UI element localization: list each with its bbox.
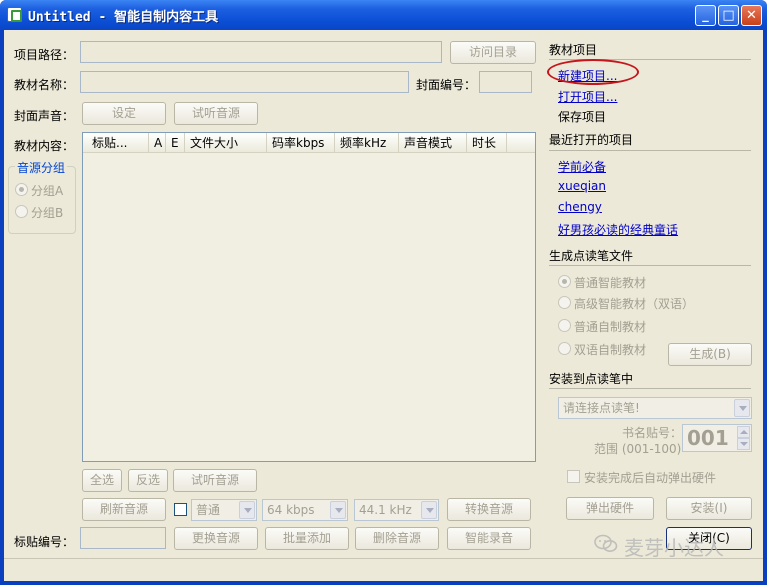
gen-option-radio[interactable] <box>558 319 571 332</box>
convert-sound-button[interactable]: 转换音源 <box>447 498 531 521</box>
wechat-icon <box>594 534 618 552</box>
bitrate-select[interactable]: 64 kbps <box>262 499 348 521</box>
minimize-button[interactable]: _ <box>695 5 716 26</box>
chevron-down-icon <box>734 399 750 417</box>
stepper-buttons <box>737 426 750 450</box>
highlight-circle <box>547 59 639 85</box>
smart-record-button[interactable]: 智能录音 <box>447 527 531 550</box>
save-project-item[interactable]: 保存项目 <box>558 108 606 125</box>
mode-checkbox[interactable] <box>174 503 187 516</box>
chevron-down-icon <box>330 501 346 519</box>
maximize-button[interactable]: □ <box>718 5 739 26</box>
group-b-radio[interactable] <box>15 205 28 218</box>
cover-number-field[interactable] <box>479 71 532 93</box>
eject-hardware-button[interactable]: 弹出硬件 <box>566 497 654 520</box>
list-header: 标贴... A E 文件大小 码率kbps 频率kHz 声音模式 时长 <box>83 133 535 153</box>
auto-eject-label: 安装完成后自动弹出硬件 <box>584 471 717 485</box>
batch-add-button[interactable]: 批量添加 <box>265 527 349 550</box>
sticker-number-label: 标贴编号： <box>14 535 75 549</box>
col-duration[interactable]: 时长 <box>467 133 507 153</box>
generate-section-title: 生成点读笔文件 <box>549 249 634 263</box>
col-frequency[interactable]: 频率kHz <box>335 133 399 153</box>
app-icon <box>7 7 22 22</box>
close-window-button[interactable]: ✕ <box>741 5 762 26</box>
title-bar[interactable]: Untitled - 智能自制内容工具 _ □ ✕ <box>0 0 767 30</box>
sound-group-box: 音源分组 分组A 分组B <box>8 159 76 234</box>
gen-option-label: 高级智能教材（双语） <box>574 297 695 311</box>
delete-sound-button[interactable]: 删除音源 <box>355 527 439 550</box>
window-title: Untitled - 智能自制内容工具 <box>28 10 219 25</box>
gen-option-label: 双语自制教材 <box>574 343 647 357</box>
preview-sound-button[interactable]: 试听音源 <box>173 469 257 492</box>
bitrate-value: 64 kbps <box>267 503 315 517</box>
gen-option-radio[interactable] <box>558 275 571 288</box>
watermark-text: 麦芽小达人 <box>624 536 724 560</box>
content-list[interactable]: 标贴... A E 文件大小 码率kbps 频率kHz 声音模式 时长 <box>82 132 536 462</box>
pen-select[interactable]: 请连接点读笔! <box>558 397 752 419</box>
sound-group-title: 音源分组 <box>15 159 68 176</box>
mode-value: 普通 <box>196 503 221 517</box>
project-section-title: 教材项目 <box>549 43 598 57</box>
chevron-down-icon[interactable] <box>737 438 750 450</box>
group-a-radio[interactable] <box>15 183 28 196</box>
install-button[interactable]: 安装(I) <box>666 497 752 520</box>
divider <box>549 265 751 266</box>
col-sound-mode[interactable]: 声音模式 <box>399 133 467 153</box>
frequency-value: 44.1 kHz <box>359 503 412 517</box>
invert-selection-button[interactable]: 反选 <box>128 469 168 492</box>
divider <box>549 388 751 389</box>
chevron-up-icon[interactable] <box>737 426 750 438</box>
chevron-down-icon <box>421 501 437 519</box>
book-number-value: 001 <box>687 426 729 450</box>
project-path-label: 项目路径： <box>14 48 75 62</box>
recent-project-link[interactable]: xueqian <box>558 179 606 193</box>
frequency-select[interactable]: 44.1 kHz <box>354 499 439 521</box>
browse-directory-button[interactable]: 访问目录 <box>450 41 536 64</box>
status-bar <box>4 558 763 581</box>
gen-option-label: 普通智能教材 <box>574 276 647 290</box>
col-a[interactable]: A <box>149 133 166 153</box>
content-label: 教材内容： <box>14 139 75 153</box>
open-project-link[interactable]: 打开项目... <box>558 88 617 105</box>
material-name-label: 教材名称： <box>14 78 75 92</box>
generate-button[interactable]: 生成(B) <box>668 343 752 366</box>
set-button[interactable]: 设定 <box>82 102 166 125</box>
group-a-label: 分组A <box>31 184 64 198</box>
pen-placeholder: 请连接点读笔! <box>563 401 640 415</box>
col-bitrate[interactable]: 码率kbps <box>267 133 335 153</box>
range-label: 范围 (001-100) <box>594 442 682 456</box>
gen-option-radio[interactable] <box>558 296 571 309</box>
gen-option-label: 普通自制教材 <box>574 320 647 334</box>
col-e[interactable]: E <box>166 133 185 153</box>
mode-select[interactable]: 普通 <box>191 499 257 521</box>
app-window: Untitled - 智能自制内容工具 _ □ ✕ 项目路径： 访问目录 教材名… <box>0 0 767 585</box>
book-number-stepper[interactable]: 001 <box>682 424 752 452</box>
group-b-label: 分组B <box>31 206 64 220</box>
replace-sound-button[interactable]: 更换音源 <box>174 527 258 550</box>
cover-sound-label: 封面声音： <box>14 109 75 123</box>
recent-project-link[interactable]: 好男孩必读的经典童话 <box>558 221 678 238</box>
project-path-field[interactable] <box>80 41 442 63</box>
select-all-button[interactable]: 全选 <box>82 469 122 492</box>
col-file-size[interactable]: 文件大小 <box>185 133 267 153</box>
gen-option-radio[interactable] <box>558 342 571 355</box>
auto-eject-checkbox[interactable] <box>567 470 580 483</box>
cover-number-label: 封面编号： <box>416 78 477 92</box>
col-sticker[interactable]: 标贴... <box>87 133 149 153</box>
client-area: 项目路径： 访问目录 教材名称： 封面编号： 封面声音： 设定 试听音源 教材内… <box>4 30 763 581</box>
install-section-title: 安装到点读笔中 <box>549 372 634 386</box>
preview-cover-sound-button[interactable]: 试听音源 <box>174 102 258 125</box>
refresh-sound-button[interactable]: 刷新音源 <box>82 498 166 521</box>
recent-project-link[interactable]: chengy <box>558 200 602 214</box>
divider <box>549 150 751 151</box>
chevron-down-icon <box>239 501 255 519</box>
sticker-number-field[interactable] <box>80 527 166 549</box>
material-name-field[interactable] <box>80 71 409 93</box>
book-number-label: 书名贴号： <box>622 426 683 440</box>
recent-project-link[interactable]: 学前必备 <box>558 158 606 175</box>
recent-section-title: 最近打开的项目 <box>549 133 634 147</box>
